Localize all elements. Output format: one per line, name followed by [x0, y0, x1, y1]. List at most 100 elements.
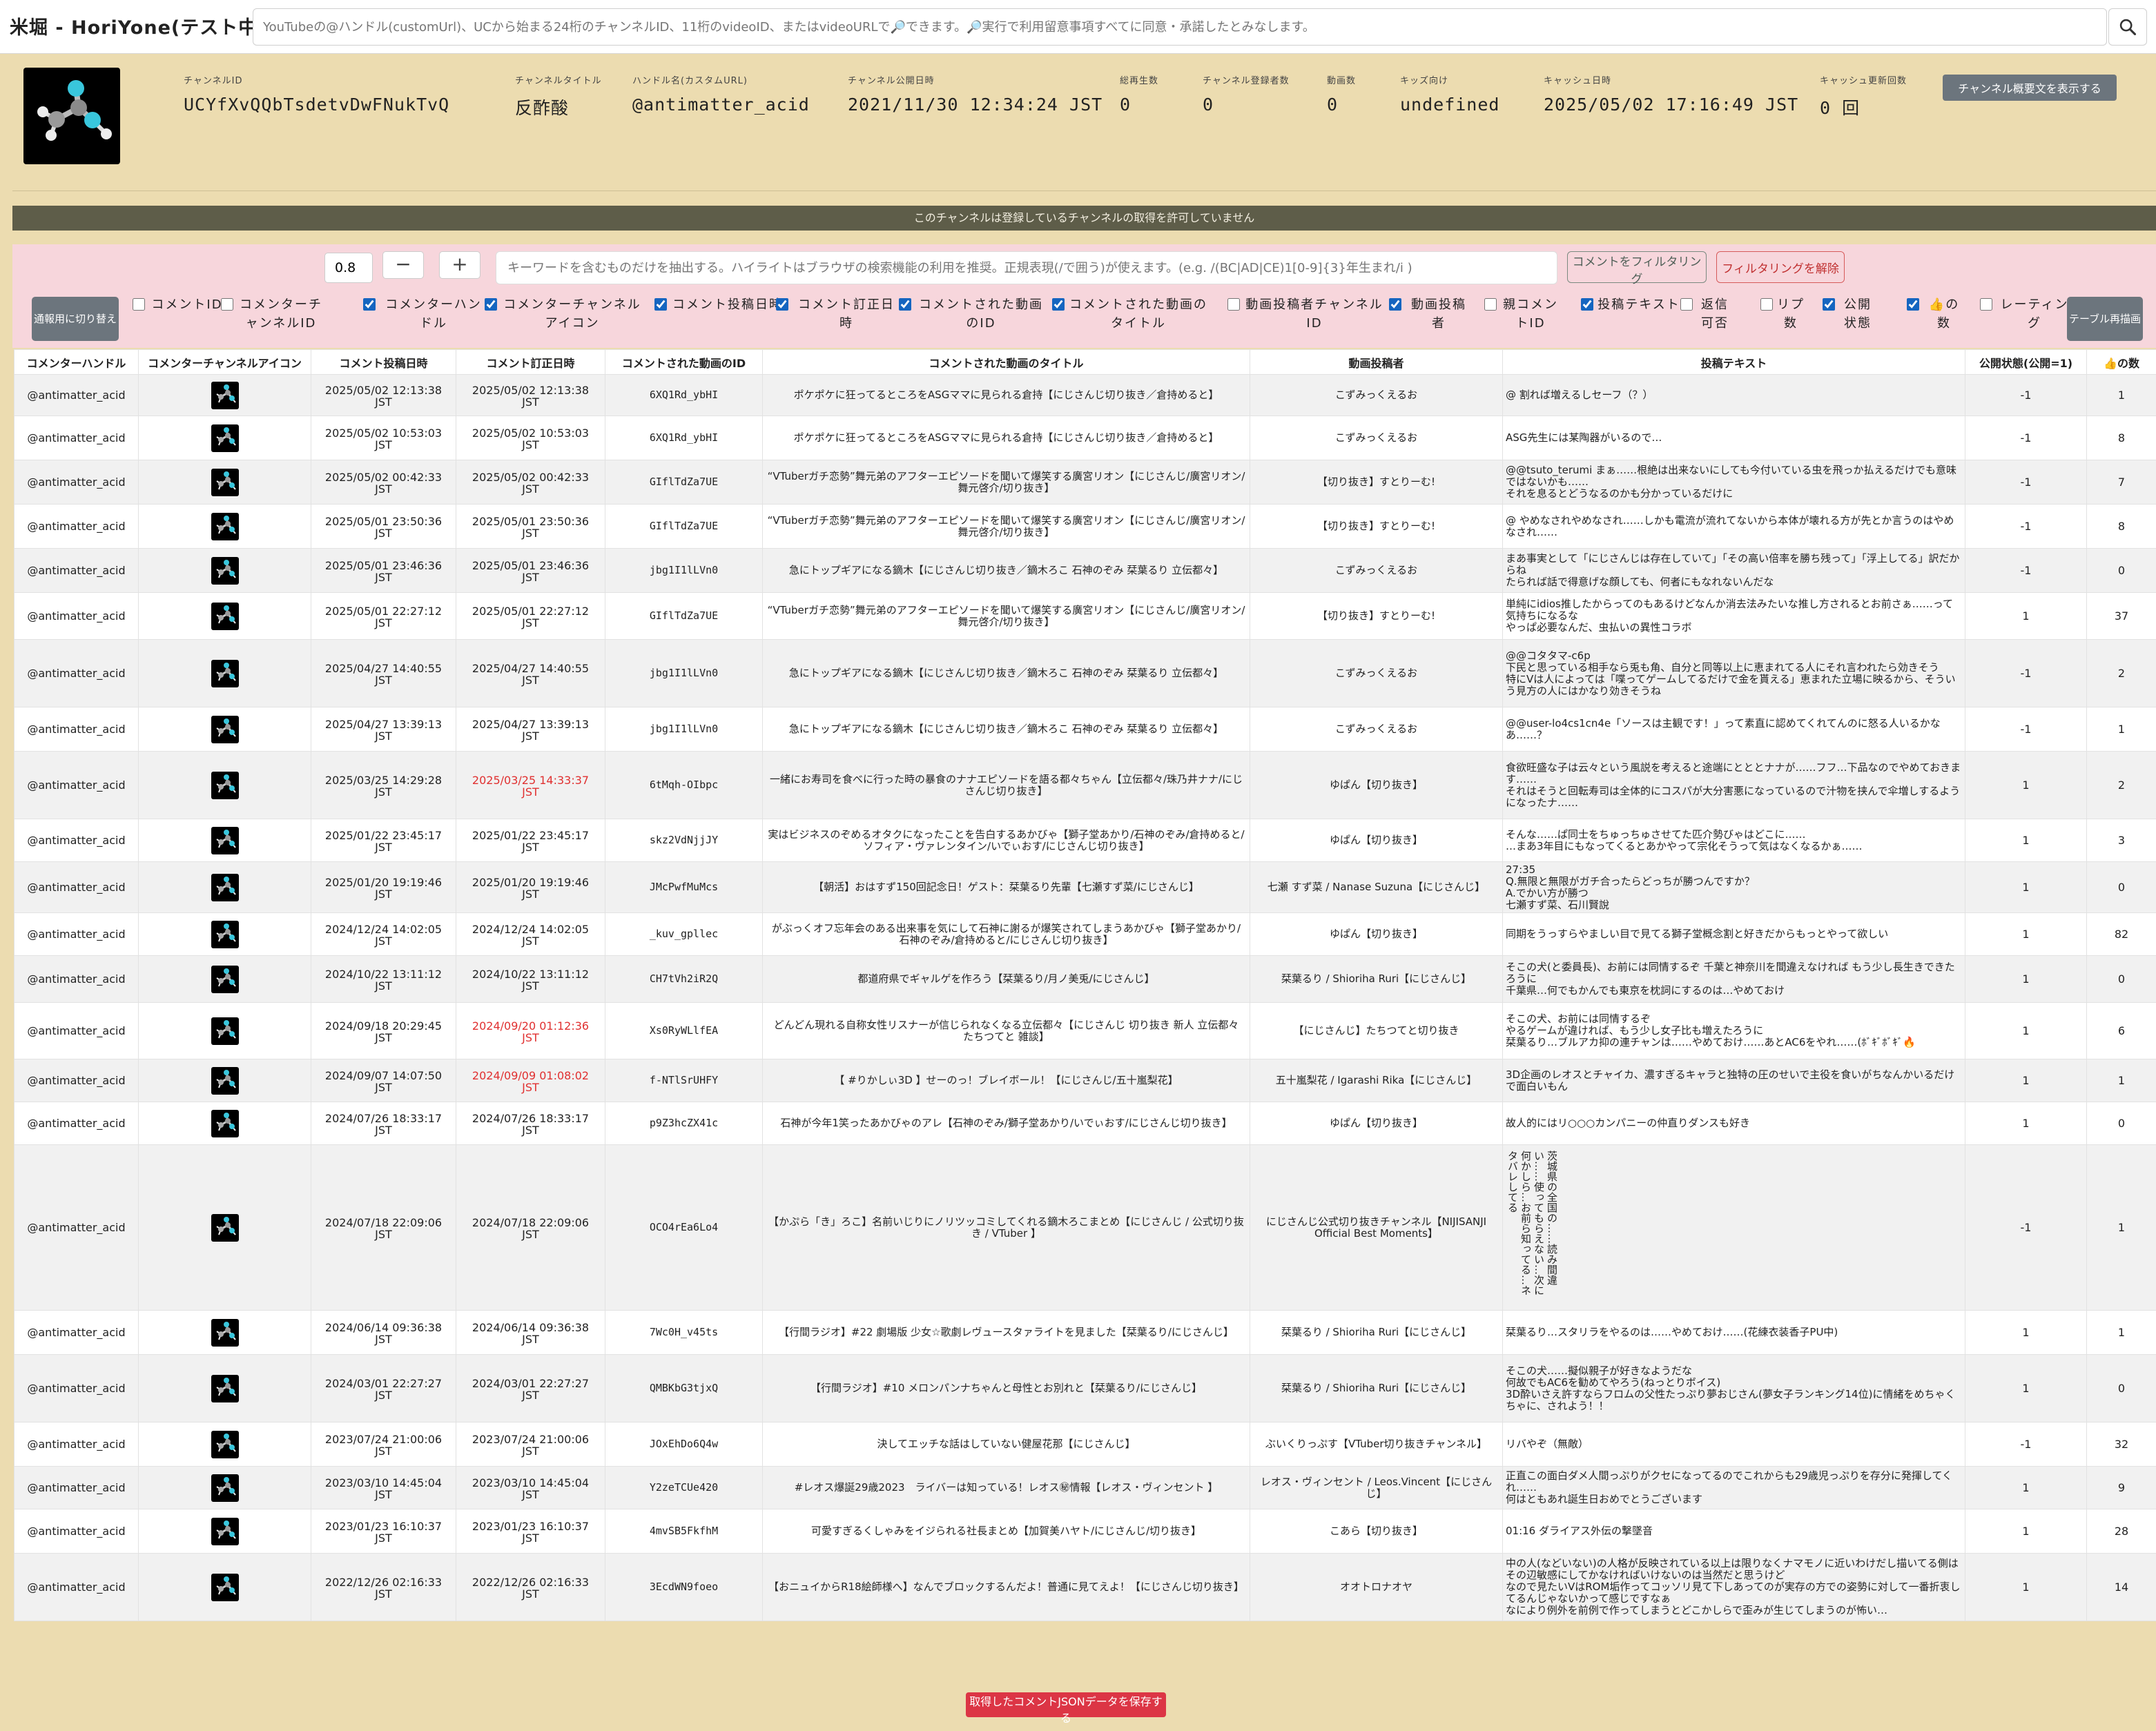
posted-date-cell: 2025/01/20 19:19:46 JST — [311, 861, 456, 913]
report-mode-toggle-button[interactable]: 通報用に切り替え — [32, 297, 119, 341]
molecule-icon[interactable] — [211, 1573, 239, 1601]
posted-date-cell: 2024/09/07 14:07:50 JST — [311, 1059, 456, 1102]
increment-button[interactable]: + — [439, 251, 480, 279]
edited-date-cell: 2024/07/26 18:33:17 JST — [456, 1102, 605, 1145]
column-checkbox[interactable] — [485, 298, 497, 311]
molecule-icon[interactable] — [211, 512, 239, 540]
molecule-icon[interactable] — [211, 424, 239, 452]
apply-filter-button[interactable]: コメントをフィルタリング — [1567, 251, 1707, 286]
column-checkbox[interactable] — [1980, 298, 1992, 311]
column-toggle[interactable]: コメント投稿日時 — [654, 295, 784, 314]
molecule-icon[interactable] — [211, 715, 239, 743]
column-checkbox[interactable] — [363, 298, 376, 311]
column-checkbox[interactable] — [133, 298, 145, 311]
molecule-icon[interactable] — [211, 771, 239, 799]
molecule-icon[interactable] — [211, 1017, 239, 1045]
molecule-icon[interactable] — [211, 1318, 239, 1347]
column-checkbox[interactable] — [1581, 298, 1593, 311]
likes-cell: 8 — [2086, 415, 2156, 460]
molecule-icon[interactable] — [211, 873, 239, 901]
molecule-icon[interactable] — [211, 1066, 239, 1095]
column-header[interactable]: 👍の数 — [2086, 349, 2156, 375]
column-checkbox[interactable] — [1907, 298, 1919, 311]
molecule-icon[interactable] — [211, 602, 239, 630]
column-header[interactable]: コメント訂正日時 — [456, 349, 605, 375]
column-checkbox-label: 動画投稿者 — [1411, 297, 1466, 331]
column-toggle[interactable]: 👍の数 — [1907, 295, 1965, 333]
posted-date-cell: 2025/05/01 22:27:12 JST — [311, 592, 456, 640]
column-checkbox[interactable] — [1484, 298, 1497, 311]
column-header[interactable]: 公開状態(公開=1) — [1965, 349, 2087, 375]
column-toggle[interactable]: 親コメントID — [1484, 295, 1560, 333]
molecule-icon[interactable] — [211, 1109, 239, 1137]
video-id-cell: CH7tVh2iR2Q — [605, 955, 763, 1003]
column-header[interactable]: コメンターハンドル — [14, 349, 139, 375]
column-header[interactable]: 動画投稿者 — [1250, 349, 1503, 375]
search-button[interactable] — [2108, 8, 2147, 46]
molecule-icon[interactable] — [211, 920, 239, 948]
molecule-icon[interactable] — [211, 1474, 239, 1502]
permission-banner: このチャンネルは登録しているチャンネルの取得を許可していません — [12, 206, 2156, 231]
column-checkbox[interactable] — [221, 298, 233, 311]
decrement-button[interactable]: − — [382, 251, 424, 279]
table-row: @antimatter_acid 2023/07/24 21:00:06 JST 2… — [14, 1422, 2156, 1467]
show-summary-button[interactable]: チャンネル概要文を表示する — [1943, 75, 2117, 101]
video-id-cell: JMcPwfMuMcs — [605, 861, 763, 913]
column-header[interactable]: コメント投稿日時 — [311, 349, 456, 375]
column-toggle[interactable]: コメントID — [133, 295, 225, 314]
column-checkbox[interactable] — [1760, 298, 1773, 311]
column-checkbox[interactable] — [1823, 298, 1835, 311]
molecule-icon[interactable] — [211, 1374, 239, 1402]
column-toggle[interactable]: コメントされた動画のID — [899, 295, 1047, 333]
search-input[interactable] — [253, 8, 2107, 46]
keyword-filter-input[interactable] — [496, 251, 1557, 284]
molecule-icon[interactable] — [211, 381, 239, 409]
column-toggle[interactable]: コメントされた動画のタイトル — [1052, 295, 1208, 333]
column-checkbox[interactable] — [899, 298, 911, 311]
column-checkbox[interactable] — [1680, 298, 1693, 311]
column-checkbox[interactable] — [776, 298, 788, 311]
column-toggle[interactable]: 返信可否 — [1680, 295, 1733, 333]
column-checkbox[interactable] — [654, 298, 667, 311]
column-toggle[interactable]: 動画投稿者チャンネルID — [1227, 295, 1385, 333]
comment-text-cell: リバやぞ（無敵） — [1502, 1422, 1965, 1467]
column-header[interactable]: コメントされた動画のID — [605, 349, 763, 375]
column-toggle[interactable]: 動画投稿者 — [1389, 295, 1472, 333]
column-toggle[interactable]: コメンターハンドル — [363, 295, 487, 333]
column-toggle[interactable]: 公開状態 — [1823, 295, 1876, 333]
uploader-cell: ゆぱん【切り抜き】 — [1250, 751, 1503, 819]
column-toggle[interactable]: コメンターチャンネルID — [221, 295, 324, 333]
redraw-table-button[interactable]: テーブル再描画 — [2067, 297, 2143, 341]
column-checkbox[interactable] — [1389, 298, 1401, 311]
column-header[interactable]: コメンターチャンネルアイコン — [138, 349, 311, 375]
threshold-input[interactable] — [324, 253, 373, 283]
column-toggle[interactable]: 投稿テキスト — [1581, 295, 1680, 314]
molecule-icon[interactable] — [211, 468, 239, 496]
column-toggle[interactable]: レーティング — [1980, 295, 2072, 333]
video-id-cell: 7Wc0H_v45ts — [605, 1310, 763, 1355]
column-toggle[interactable]: コメント訂正日時 — [776, 295, 900, 333]
column-header[interactable]: コメントされた動画のタイトル — [762, 349, 1250, 375]
column-checkbox-label: コメントされた動画のタイトル — [1069, 297, 1207, 331]
molecule-icon[interactable] — [211, 659, 239, 687]
column-checkbox[interactable] — [1227, 298, 1240, 311]
column-toggle[interactable]: コメンターチャンネルアイコン — [485, 295, 643, 333]
molecule-icon[interactable] — [211, 556, 239, 585]
molecule-icon[interactable] — [211, 826, 239, 854]
channel-icon-cell — [138, 751, 311, 819]
molecule-icon[interactable] — [211, 1430, 239, 1458]
molecule-icon[interactable] — [211, 1517, 239, 1545]
molecule-icon[interactable] — [211, 1213, 239, 1242]
clear-filter-button[interactable]: フィルタリングを解除 — [1716, 251, 1845, 283]
save-json-button[interactable]: 取得したコメントJSONデータを保存する — [966, 1692, 1166, 1725]
molecule-icon[interactable] — [211, 965, 239, 993]
video-title-cell: 【かぷら「き」ろこ】名前いじりにノリツッコミしてくれる鏑木ろこまとめ【にじさんじ… — [762, 1144, 1250, 1311]
table-row: @antimatter_acid 2025/05/02 12:13:38 JST 2… — [14, 374, 2156, 416]
posted-date-cell: 2024/07/26 18:33:17 JST — [311, 1102, 456, 1145]
column-toggle[interactable]: リプ数 — [1760, 295, 1805, 333]
likes-cell: 1 — [2086, 1144, 2156, 1311]
column-checkbox[interactable] — [1052, 298, 1065, 311]
video-title-cell: #レオス爆誕29歳2023 ライバーは知っている！レオス㊙情報【レオス・ヴィンセ… — [762, 1466, 1250, 1509]
comment-text: 茨城県の全国の……読み間違い……使ってもらえない…次に何かしら…お前ら知ってる…… — [1506, 1151, 1558, 1295]
column-header[interactable]: 投稿テキスト — [1502, 349, 1965, 375]
